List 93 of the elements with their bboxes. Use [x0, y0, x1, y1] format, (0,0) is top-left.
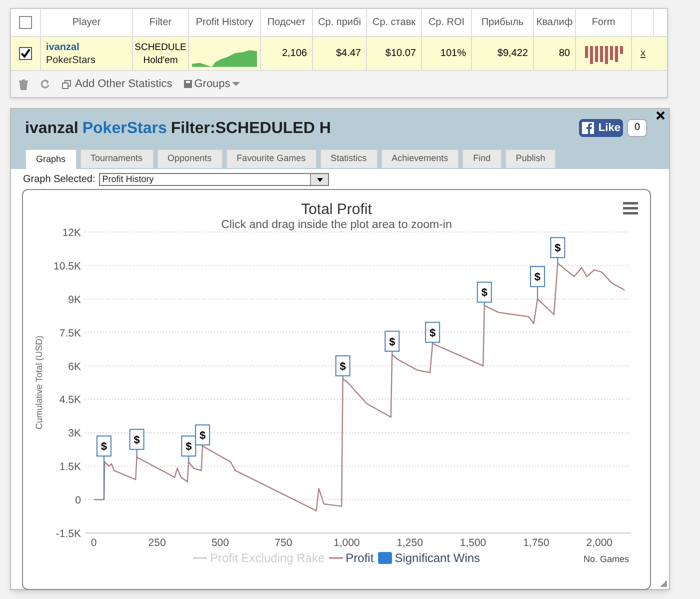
- remove-link[interactable]: x: [640, 46, 646, 61]
- significant-win-flag[interactable]: $: [425, 322, 440, 344]
- annotation: $: [534, 272, 541, 284]
- y-tick-label: 4.5K: [59, 394, 81, 406]
- y-tick-label: -1.5K: [56, 528, 81, 540]
- chart-title: Total Profit: [301, 201, 372, 218]
- player-link[interactable]: ivanzal: [46, 40, 80, 54]
- groups-dropdown[interactable]: Groups: [184, 76, 240, 92]
- annotation: $: [389, 336, 396, 348]
- tab[interactable]: Opponents: [156, 149, 223, 168]
- tab[interactable]: Favourite Games: [226, 149, 317, 168]
- legend-item[interactable]: Significant Wins: [378, 549, 480, 567]
- close-icon[interactable]: [656, 111, 665, 120]
- annotation: $: [134, 434, 140, 446]
- save-icon: [184, 80, 192, 88]
- copy-icon: [62, 80, 71, 88]
- legend-item[interactable]: Profit: [328, 549, 374, 567]
- filter-value: SCHEDULED H: [215, 119, 331, 139]
- annotation: $: [340, 360, 346, 373]
- legend-swatch-icon: [378, 552, 392, 564]
- tab[interactable]: Tournaments: [80, 149, 154, 168]
- legend-line-icon: [192, 556, 207, 560]
- filter-text: SCHEDULE: [134, 40, 186, 54]
- menu-icon[interactable]: [623, 202, 638, 214]
- y-axis-title: Cumulative Total (USD): [34, 336, 44, 430]
- x-tick-label: 2,000: [586, 537, 613, 549]
- table-cell-text: $4.47: [336, 47, 361, 61]
- caret-icon: [232, 81, 240, 87]
- filter-text: Hold'em: [143, 54, 178, 66]
- annotation: $: [481, 287, 488, 300]
- player-name: ivanzal: [25, 119, 78, 139]
- y-tick-label: 0: [75, 494, 81, 507]
- y-tick-label: 6K: [68, 360, 81, 373]
- column-header[interactable]: Ср. прибі: [318, 15, 361, 30]
- like-count: 0: [627, 119, 647, 137]
- y-tick-label: 1.5K: [59, 461, 81, 474]
- x-tick-label: 750: [274, 537, 292, 549]
- column-header[interactable]: Прибыль: [481, 15, 524, 30]
- x-tick-label: 1,750: [523, 537, 550, 549]
- filter-label: Filter:: [170, 119, 216, 139]
- x-axis-title: No. Games: [583, 554, 629, 564]
- legend-line-icon: [328, 556, 343, 560]
- x-tick-label: 1,250: [396, 537, 423, 549]
- y-tick-label: 3K: [68, 428, 81, 440]
- annotation: $: [100, 441, 108, 454]
- caret-icon: [316, 178, 323, 182]
- x-tick-label: 500: [211, 537, 229, 549]
- graph-select-dropdown[interactable]: Profit History: [99, 173, 330, 186]
- x-tick-label: 250: [148, 537, 166, 549]
- chart-subtitle: Click and drag inside the plot area to zoom-in: [221, 219, 452, 231]
- like-button[interactable]: Like: [579, 119, 624, 137]
- x-tick-label: 1,000: [333, 537, 360, 549]
- facebook-icon: [582, 122, 594, 134]
- column-header[interactable]: Ср. ROI: [428, 15, 465, 30]
- column-header[interactable]: Квалиф: [536, 15, 573, 30]
- graph-selected-label: Graph Selected:: [23, 173, 96, 187]
- x-tick-label: 1,500: [460, 537, 486, 549]
- profit-sparkline: [192, 47, 257, 67]
- select-all-checkbox[interactable]: [19, 16, 32, 29]
- significant-win-flag[interactable]: $: [96, 436, 112, 500]
- row-checkbox[interactable]: [19, 47, 32, 60]
- annotation: $: [186, 441, 192, 454]
- site-name: PokerStars: [46, 54, 96, 66]
- annotation: $: [430, 327, 436, 340]
- y-tick-label: 10.5K: [54, 260, 81, 272]
- table-cell-text: 101%: [440, 47, 466, 61]
- column-header[interactable]: Ср. ставк: [372, 15, 416, 30]
- significant-win-flag[interactable]: $: [195, 424, 210, 447]
- annotation: $: [199, 430, 206, 442]
- trash-icon[interactable]: [19, 78, 28, 90]
- form-bars-drawing: [584, 44, 622, 64]
- add-statistics-button[interactable]: Add Other Statistics: [62, 76, 172, 92]
- tab[interactable]: Achievements: [380, 149, 460, 168]
- column-header[interactable]: Profit History: [196, 15, 254, 30]
- refresh-icon[interactable]: [40, 79, 50, 89]
- x-tick-label: 0: [90, 537, 97, 549]
- column-header[interactable]: Filter: [149, 15, 172, 30]
- tab[interactable]: Graphs: [25, 149, 77, 169]
- y-tick-label: 12K: [62, 227, 81, 239]
- tab[interactable]: Find: [462, 149, 502, 168]
- table-cell-text: $10.07: [385, 47, 416, 61]
- table-cell-text: 80: [558, 47, 570, 61]
- tab[interactable]: Statistics: [320, 149, 378, 168]
- y-tick-label: 7.5K: [59, 327, 81, 340]
- table-cell-text: $9,422: [497, 47, 528, 61]
- column-header[interactable]: Подсчет: [267, 15, 306, 30]
- annotation: $: [554, 242, 561, 255]
- y-tick-label: 9K: [68, 294, 81, 306]
- column-header[interactable]: Player: [72, 15, 101, 30]
- column-header[interactable]: Form: [592, 15, 616, 30]
- resize-handle-icon[interactable]: [660, 580, 667, 587]
- tab[interactable]: Publish: [504, 149, 556, 168]
- table-cell-text: 2,106: [282, 47, 307, 61]
